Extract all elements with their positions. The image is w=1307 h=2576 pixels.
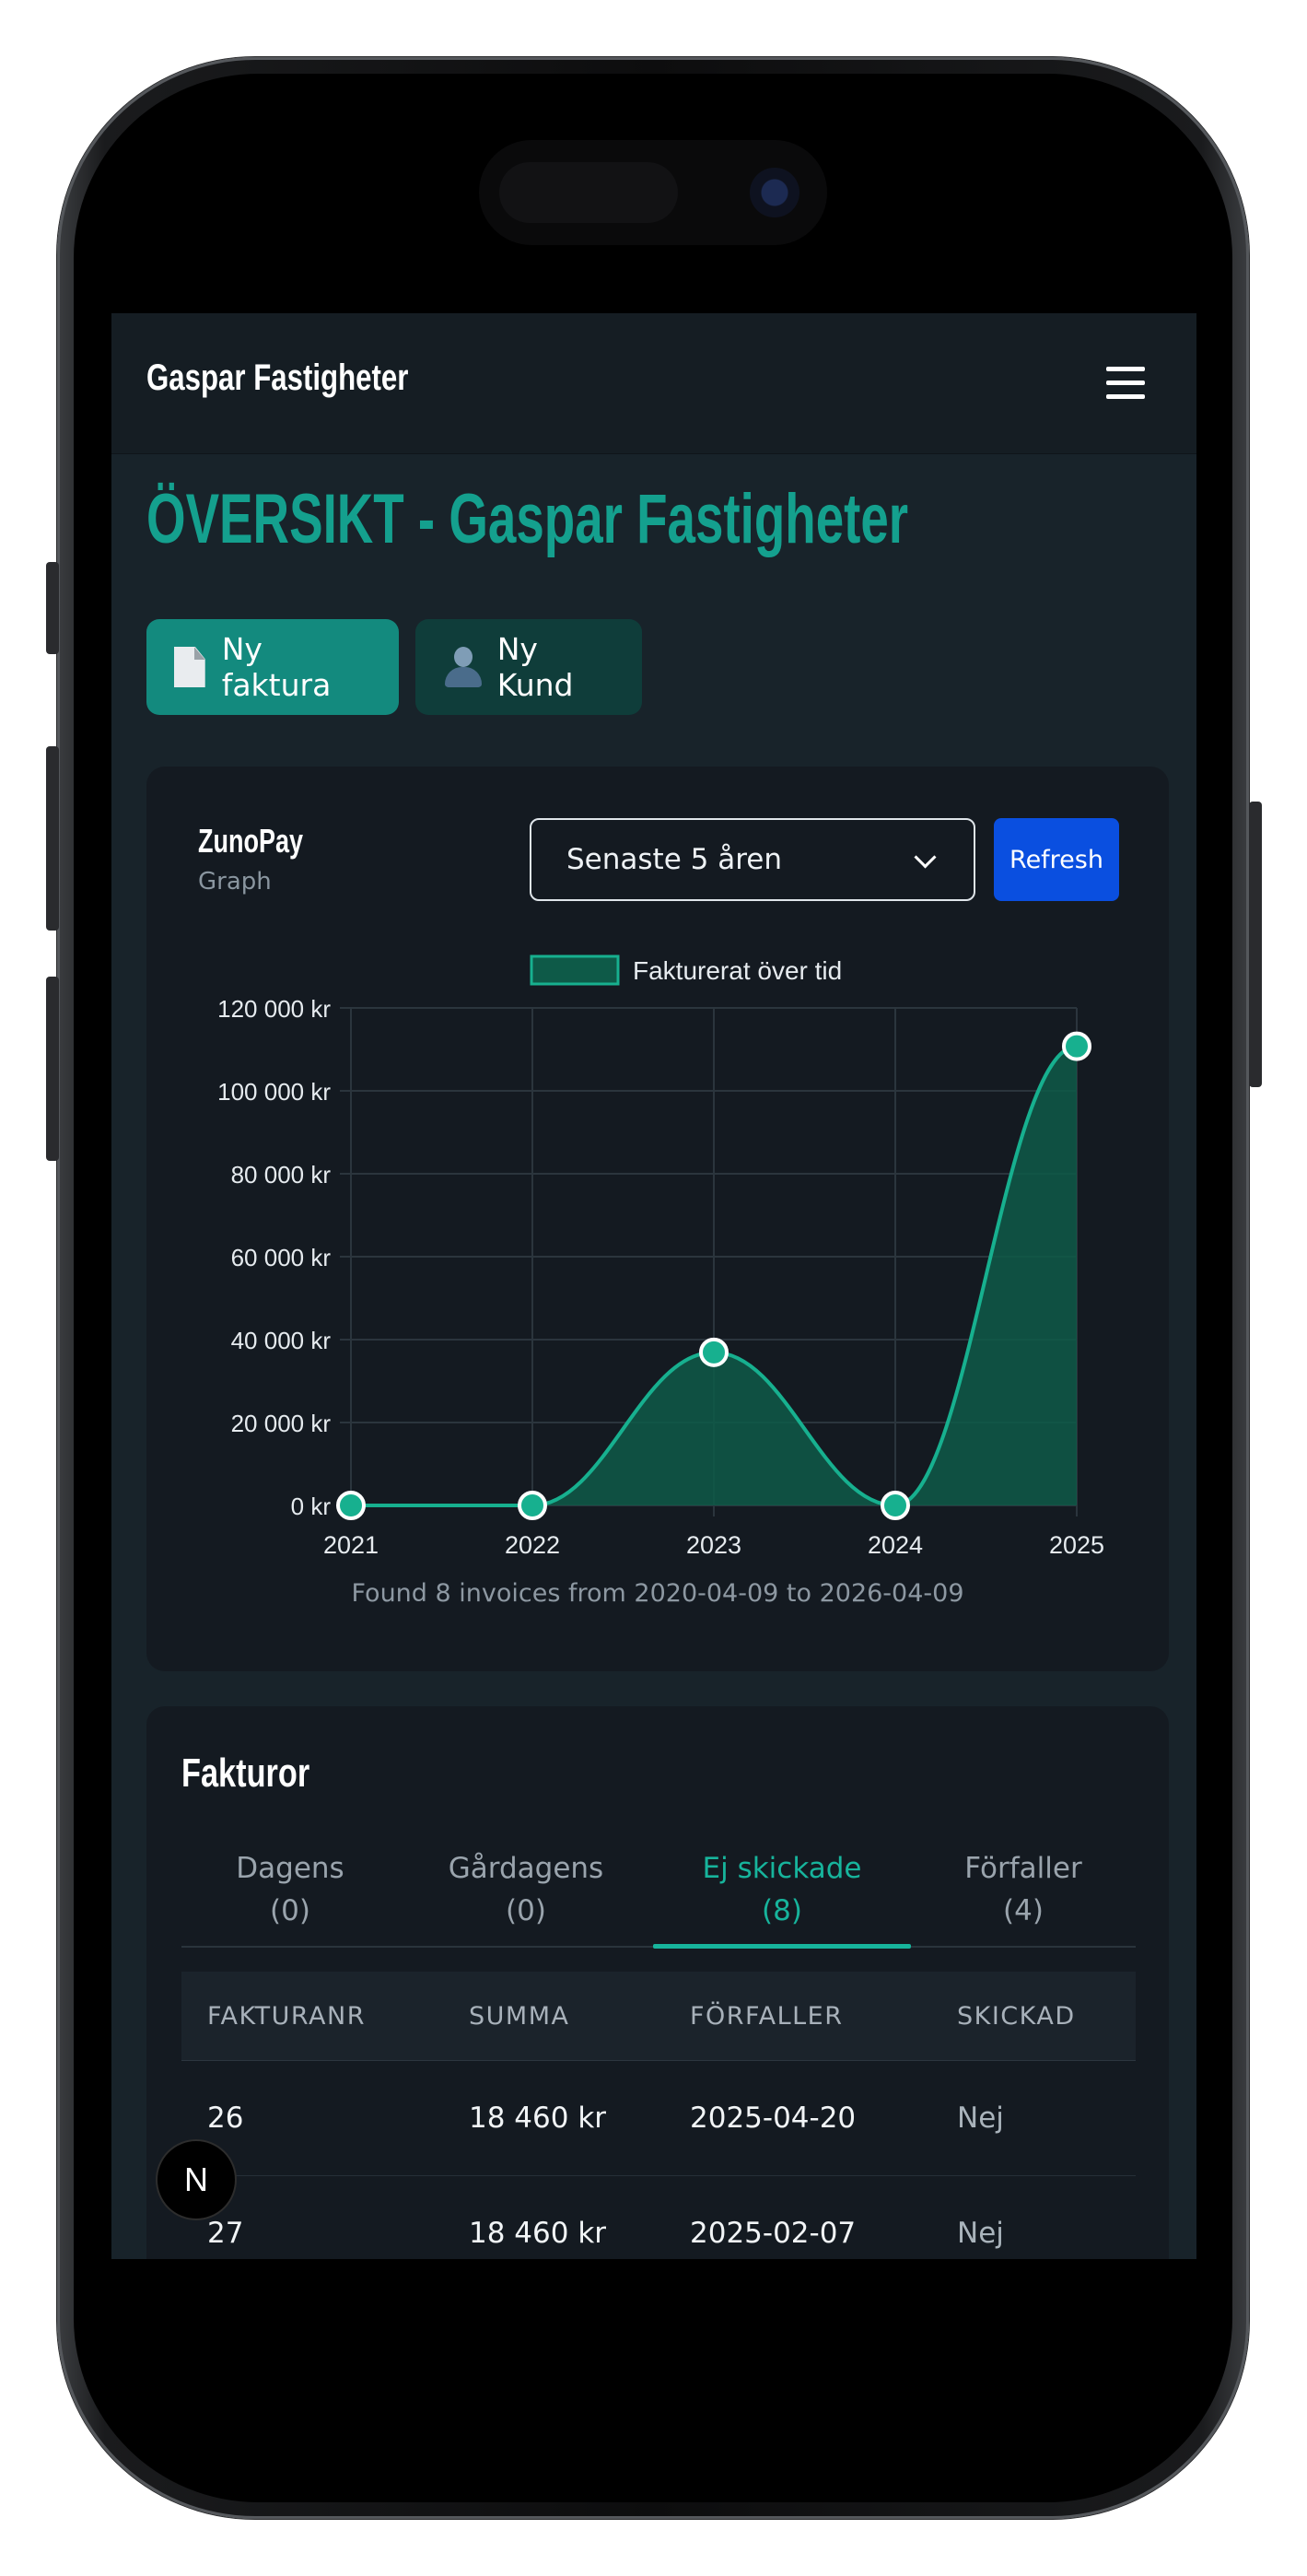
table-row[interactable]: 27 18 460 kr 2025-02-07 Nej <box>181 2176 1136 2259</box>
invoices-table: FAKTURANR SUMMA FÖRFALLER SKICKAD 26 18 … <box>181 1972 1136 2259</box>
x-tick-label: 2021 <box>323 1531 379 1559</box>
chart-card: ZunoPay Graph Senaste 5 åren Refresh 0 k… <box>146 767 1169 1671</box>
legend-label: Fakturerat över tid <box>633 956 842 985</box>
y-tick-label: 60 000 kr <box>231 1244 332 1271</box>
y-tick-label: 100 000 kr <box>217 1078 331 1106</box>
menu-icon[interactable] <box>1106 367 1145 400</box>
tab-due[interactable]: Förfaller (4) <box>911 1833 1136 1946</box>
invoice-due: 2025-04-20 <box>690 2102 857 2135</box>
tab-label: Ej skickade <box>702 1852 862 1885</box>
brand-logo[interactable]: Gaspar Fastigheter <box>146 357 408 399</box>
table-header: FAKTURANR SUMMA FÖRFALLER SKICKAD <box>181 1972 1136 2061</box>
volume-up-button <box>46 746 59 931</box>
y-tick-label: 120 000 kr <box>217 995 331 1023</box>
y-tick-label: 20 000 kr <box>231 1410 332 1437</box>
x-tick-label: 2022 <box>505 1531 560 1559</box>
tab-not-sent[interactable]: Ej skickade (8) <box>653 1833 911 1949</box>
invoice-due: 2025-02-07 <box>690 2217 857 2250</box>
data-point <box>881 1491 910 1520</box>
island-sensor <box>499 162 678 223</box>
tab-count: (0) <box>270 1894 310 1927</box>
data-point <box>699 1337 729 1367</box>
document-icon <box>174 647 205 687</box>
table-row[interactable]: 26 18 460 kr 2025-04-20 Nej <box>181 2061 1136 2176</box>
tab-label: Dagens <box>236 1852 344 1885</box>
x-tick-label: 2025 <box>1049 1531 1104 1559</box>
page-title: ÖVERSIKT - Gaspar Fastigheter <box>146 480 909 558</box>
data-point <box>518 1491 547 1520</box>
volume-down-button <box>46 977 59 1161</box>
column-header[interactable]: SUMMA <box>469 1972 569 2060</box>
tab-label: Gårdagens <box>448 1852 604 1885</box>
action-button <box>46 562 59 654</box>
invoice-sent: Nej <box>957 2217 1004 2250</box>
invoiced-over-time-chart: 0 kr 20 000 kr 40 000 kr 60 000 kr 80 000 kr… <box>217 954 1104 1559</box>
new-customer-button[interactable]: Ny Kund <box>415 619 642 715</box>
y-tick-label: 40 000 kr <box>231 1327 332 1354</box>
front-camera <box>750 168 799 217</box>
app-screen: Gaspar Fastigheter ÖVERSIKT - Gaspar Fas… <box>111 313 1196 2259</box>
tab-count: (4) <box>1003 1894 1044 1927</box>
data-point <box>1062 1031 1091 1061</box>
new-customer-label: Ny Kund <box>496 631 574 703</box>
legend-swatch <box>530 954 620 986</box>
column-header[interactable]: FAKTURANR <box>207 1972 366 2060</box>
dynamic-island <box>479 140 827 245</box>
power-button <box>1249 802 1262 1087</box>
invoice-sent: Nej <box>957 2102 1004 2135</box>
found-invoices-text: Found 8 invoices from 2020-04-09 to 2026… <box>351 1579 964 1608</box>
data-point <box>336 1491 366 1520</box>
nextjs-devtools-icon[interactable]: N <box>156 2139 237 2220</box>
tab-count: (0) <box>506 1894 546 1927</box>
invoice-tabs: Dagens (0) Gårdagens (0) Ej skickade (8)… <box>181 1833 1136 1949</box>
y-tick-label: 0 kr <box>291 1493 332 1520</box>
invoice-sum: 18 460 kr <box>469 2102 607 2135</box>
column-header[interactable]: SKICKAD <box>957 1972 1076 2060</box>
new-invoice-button[interactable]: Ny faktura <box>146 619 399 715</box>
invoices-title: Fakturor <box>181 1751 310 1796</box>
user-icon <box>443 647 482 687</box>
invoice-sum: 18 460 kr <box>469 2217 607 2250</box>
new-invoice-label: Ny faktura <box>221 631 332 703</box>
navbar: Gaspar Fastigheter <box>111 313 1196 454</box>
x-tick-label: 2024 <box>868 1531 923 1559</box>
tab-label: Förfaller <box>964 1852 1082 1885</box>
column-header[interactable]: FÖRFALLER <box>690 1972 843 2060</box>
invoices-card: Fakturor Dagens (0) Gårdagens (0) Ej ski… <box>146 1706 1169 2259</box>
x-tick-label: 2023 <box>686 1531 741 1559</box>
tab-yesterday[interactable]: Gårdagens (0) <box>399 1833 653 1946</box>
tab-count: (8) <box>762 1894 802 1927</box>
tab-today[interactable]: Dagens (0) <box>181 1833 399 1946</box>
y-tick-label: 80 000 kr <box>231 1161 332 1188</box>
